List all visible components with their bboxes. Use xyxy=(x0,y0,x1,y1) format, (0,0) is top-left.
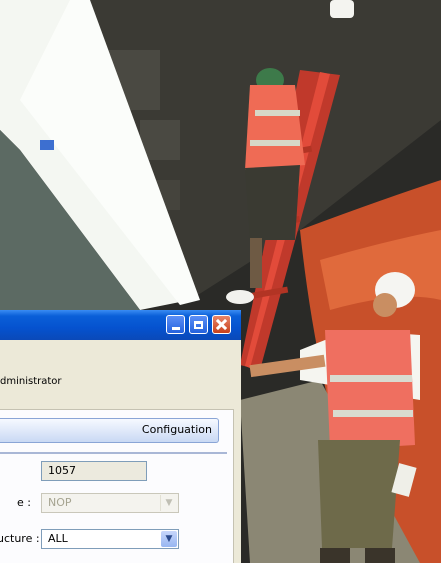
panel-divider xyxy=(0,452,227,454)
structure-label: ucture : xyxy=(0,532,40,545)
chevron-down-icon: ▼ xyxy=(160,495,177,511)
structure-select[interactable]: ALL ▼ xyxy=(41,529,179,549)
panel-header: Configuation xyxy=(0,418,219,443)
structure-select-value: ALL xyxy=(48,532,68,545)
minimize-button[interactable] xyxy=(166,315,185,334)
configuration-button[interactable]: Configuation xyxy=(142,423,212,436)
close-icon xyxy=(216,319,227,330)
close-button[interactable] xyxy=(212,315,231,334)
maximize-button[interactable] xyxy=(189,315,208,334)
minimize-icon xyxy=(171,327,180,330)
login-dialog-window: dministrator Configuation 1057 e : NOP ▼… xyxy=(0,310,241,563)
id-field[interactable]: 1057 xyxy=(41,461,147,481)
window-titlebar[interactable] xyxy=(0,310,241,340)
type-select-value: NOP xyxy=(48,496,72,509)
chevron-down-icon[interactable]: ▼ xyxy=(161,531,177,547)
type-label: e : xyxy=(17,496,31,509)
maximize-icon xyxy=(194,320,203,329)
settings-panel: Configuation 1057 e : NOP ▼ ucture : ALL… xyxy=(0,409,234,563)
current-user-label: dministrator xyxy=(0,376,62,387)
type-select: NOP ▼ xyxy=(41,493,179,513)
